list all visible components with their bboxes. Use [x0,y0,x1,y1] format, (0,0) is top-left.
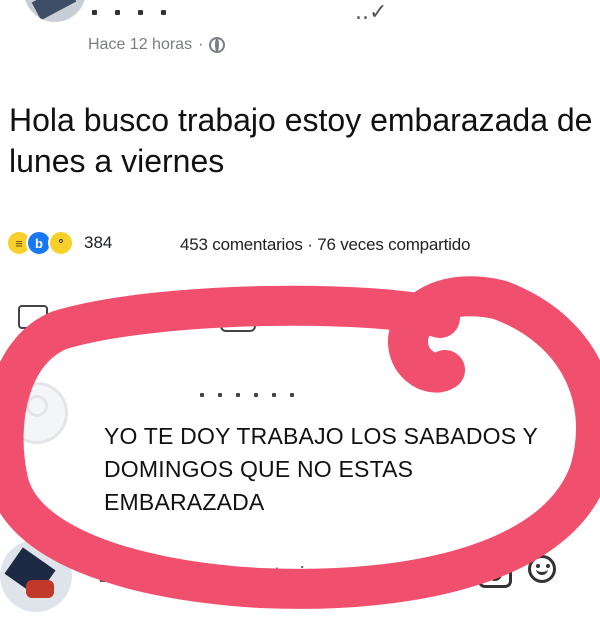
comment-button[interactable]: Comentar [262,312,332,330]
globe-icon [209,37,226,53]
reaction-count: 384 [84,233,113,252]
comment-text: YO TE DOY TRABAJO LOS SABADOS Y DOMINGOS… [104,423,538,515]
like-icon[interactable] [18,305,48,329]
camera-icon[interactable] [478,560,512,588]
post-timestamp[interactable]: Hace 12 horas [88,36,192,54]
separator-dot: · [198,36,204,53]
commenter-name-blurred[interactable] [200,384,350,397]
user-avatar [0,540,72,612]
post-meta: Hace 12 horas · [88,36,226,54]
comment-input[interactable]: Escribe un comentario... [98,552,478,602]
poster-avatar[interactable] [24,0,86,22]
post-body: Hola busco trabajo estoy embarazada de l… [9,102,593,179]
wow-reaction-icon: ° [48,230,74,256]
post-stats[interactable]: 453 comentarios · 76 veces compartido [180,235,470,255]
emoji-icon[interactable] [528,555,556,583]
comment-icon[interactable] [220,310,256,332]
red-marker-circle [0,276,600,609]
commenter-avatar[interactable] [6,382,68,444]
share-icon[interactable] [434,301,453,320]
like-button[interactable]: Me gusta [54,312,120,330]
post-header-mark: ..✓ [355,0,388,25]
poster-name-blurred[interactable] [92,2,202,20]
reactions-summary[interactable]: ≡ b ° 384 [8,230,112,256]
